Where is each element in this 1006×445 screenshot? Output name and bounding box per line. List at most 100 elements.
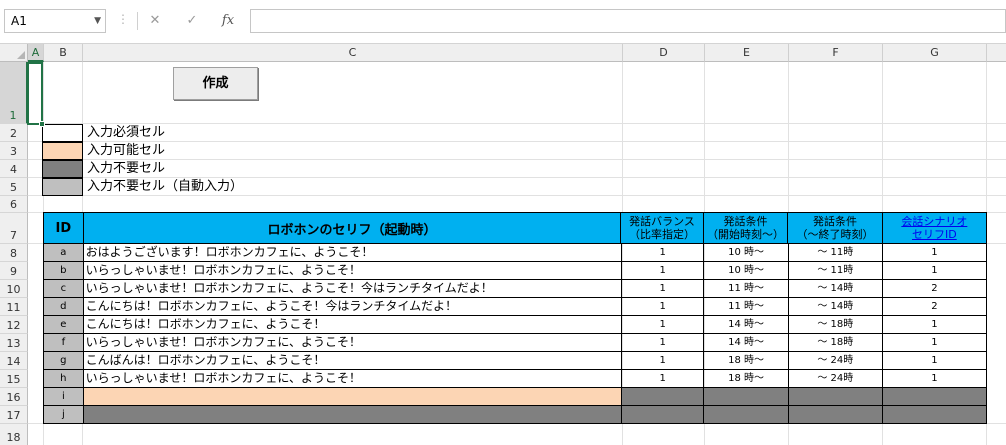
- row-header-17[interactable]: 17: [0, 406, 28, 424]
- name-box[interactable]: A1 ▼: [4, 9, 106, 33]
- cell-balance[interactable]: 1: [622, 334, 705, 352]
- cell-scenario[interactable]: 2: [882, 298, 987, 316]
- header-scenario-link[interactable]: 会話シナリオ セリフID: [882, 213, 988, 244]
- cell-start[interactable]: 11 時～: [704, 280, 789, 298]
- cell-end[interactable]: [788, 388, 883, 406]
- column-header-c[interactable]: C: [83, 44, 623, 62]
- cell-id[interactable]: h: [44, 370, 84, 388]
- cell-id[interactable]: e: [44, 316, 84, 334]
- cell-balance[interactable]: 1: [622, 298, 705, 316]
- cell-line[interactable]: いらっしゃいませ！ロボホンカフェに、ようこそ！今はランチタイムだよ！: [83, 280, 623, 298]
- column-header-b[interactable]: B: [44, 44, 83, 62]
- cell-id[interactable]: i: [44, 388, 84, 406]
- row-header-1[interactable]: 1: [0, 62, 28, 124]
- cell-id[interactable]: j: [44, 406, 84, 424]
- header-id[interactable]: ID: [44, 213, 84, 244]
- row-header-11[interactable]: 11: [0, 298, 28, 316]
- cell-id[interactable]: f: [44, 334, 84, 352]
- row-header-13[interactable]: 13: [0, 334, 28, 352]
- select-all-corner[interactable]: [0, 44, 28, 62]
- cell-line[interactable]: [83, 406, 623, 424]
- cell-end[interactable]: ～ 14時: [788, 280, 883, 298]
- cell-balance[interactable]: 1: [622, 352, 705, 370]
- header-end-time[interactable]: 発話条件 （～終了時刻）: [788, 213, 883, 244]
- cell-start[interactable]: 14 時～: [704, 316, 789, 334]
- header-scenario-line2[interactable]: セリフID: [912, 228, 957, 241]
- cell-end[interactable]: ～ 18時: [788, 334, 883, 352]
- cell-end[interactable]: ～ 24時: [788, 352, 883, 370]
- cell-end[interactable]: ～ 11時: [788, 244, 883, 262]
- header-scenario-line1[interactable]: 会話シナリオ: [901, 215, 967, 228]
- cancel-icon[interactable]: ✕: [143, 10, 167, 32]
- cell-id[interactable]: d: [44, 298, 84, 316]
- header-balance[interactable]: 発話バランス （比率指定）: [621, 213, 704, 244]
- row-header-9[interactable]: 9: [0, 262, 28, 280]
- row-header-7[interactable]: 7: [0, 213, 28, 244]
- cell-scenario[interactable]: 1: [882, 334, 987, 352]
- cell-end[interactable]: ～ 14時: [788, 298, 883, 316]
- row-header-6[interactable]: 6: [0, 196, 28, 213]
- cell-balance[interactable]: 1: [622, 280, 705, 298]
- cell-balance[interactable]: 1: [622, 370, 705, 388]
- insert-function-icon[interactable]: fx: [216, 10, 240, 32]
- row-header-10[interactable]: 10: [0, 280, 28, 298]
- cell-line[interactable]: こんばんは！ロボホンカフェに、ようこそ！: [83, 352, 623, 370]
- cell-line[interactable]: [83, 388, 623, 406]
- enter-icon[interactable]: ✓: [180, 10, 204, 32]
- row-header-2[interactable]: 2: [0, 124, 28, 142]
- column-header-f[interactable]: F: [789, 44, 883, 62]
- create-button[interactable]: 作成: [173, 67, 258, 100]
- column-header-h[interactable]: [987, 44, 1006, 62]
- header-start-time[interactable]: 発話条件 （開始時刻～）: [703, 213, 789, 244]
- cell-scenario[interactable]: 1: [882, 370, 987, 388]
- cell-end[interactable]: ～ 24時: [788, 370, 883, 388]
- cell-start[interactable]: [704, 406, 789, 424]
- cell-start[interactable]: 18 時～: [704, 370, 789, 388]
- row-header-12[interactable]: 12: [0, 316, 28, 334]
- cell-start[interactable]: [704, 388, 789, 406]
- cell-line[interactable]: いらっしゃいませ！ロボホンカフェに、ようこそ！: [83, 334, 623, 352]
- row-header-15[interactable]: 15: [0, 370, 28, 388]
- cell-start[interactable]: 10 時～: [704, 244, 789, 262]
- cell-line[interactable]: いらっしゃいませ！ロボホンカフェに、ようこそ！: [83, 370, 623, 388]
- formula-input[interactable]: [250, 9, 1006, 33]
- cell-id[interactable]: b: [44, 262, 84, 280]
- cell-line[interactable]: おはようございます！ロボホンカフェに、ようこそ！: [83, 244, 623, 262]
- cell-end[interactable]: [788, 406, 883, 424]
- cell-scenario[interactable]: [882, 406, 987, 424]
- cell-scenario[interactable]: 2: [882, 280, 987, 298]
- cell-balance[interactable]: 1: [622, 244, 705, 262]
- cell-end[interactable]: ～ 18時: [788, 316, 883, 334]
- chevron-down-icon[interactable]: ▼: [94, 10, 101, 32]
- cell-id[interactable]: g: [44, 352, 84, 370]
- cell-balance[interactable]: 1: [622, 316, 705, 334]
- column-header-g[interactable]: G: [883, 44, 987, 62]
- column-header-a[interactable]: A: [28, 44, 44, 62]
- cell-scenario[interactable]: 1: [882, 244, 987, 262]
- row-header-14[interactable]: 14: [0, 352, 28, 370]
- cell-end[interactable]: ～ 11時: [788, 262, 883, 280]
- cell-balance[interactable]: 1: [622, 262, 705, 280]
- cell-scenario[interactable]: 1: [882, 352, 987, 370]
- row-header-16[interactable]: 16: [0, 388, 28, 406]
- column-header-d[interactable]: D: [623, 44, 705, 62]
- cell-scenario[interactable]: 1: [882, 262, 987, 280]
- row-header-18[interactable]: 18: [0, 424, 28, 445]
- header-line[interactable]: ロボホンのセリフ（起動時）: [83, 213, 622, 244]
- column-header-e[interactable]: E: [705, 44, 789, 62]
- cell-scenario[interactable]: [882, 388, 987, 406]
- cell-scenario[interactable]: 1: [882, 316, 987, 334]
- cell-line[interactable]: こんにちは！ロボホンカフェに、ようこそ！: [83, 316, 623, 334]
- cell-line[interactable]: こんにちは！ロボホンカフェに、ようこそ！今はランチタイムだよ！: [83, 298, 623, 316]
- cell-start[interactable]: 10 時～: [704, 262, 789, 280]
- row-header-4[interactable]: 4: [0, 160, 28, 178]
- active-cell-a1[interactable]: [27, 62, 43, 125]
- cell-line[interactable]: いらっしゃいませ！ロボホンカフェに、ようこそ！: [83, 262, 623, 280]
- cell-start[interactable]: 18 時～: [704, 352, 789, 370]
- row-header-3[interactable]: 3: [0, 142, 28, 160]
- cell-id[interactable]: a: [44, 244, 84, 262]
- cell-balance[interactable]: [622, 406, 705, 424]
- row-header-5[interactable]: 5: [0, 178, 28, 196]
- cell-balance[interactable]: [622, 388, 705, 406]
- cell-start[interactable]: 14 時～: [704, 334, 789, 352]
